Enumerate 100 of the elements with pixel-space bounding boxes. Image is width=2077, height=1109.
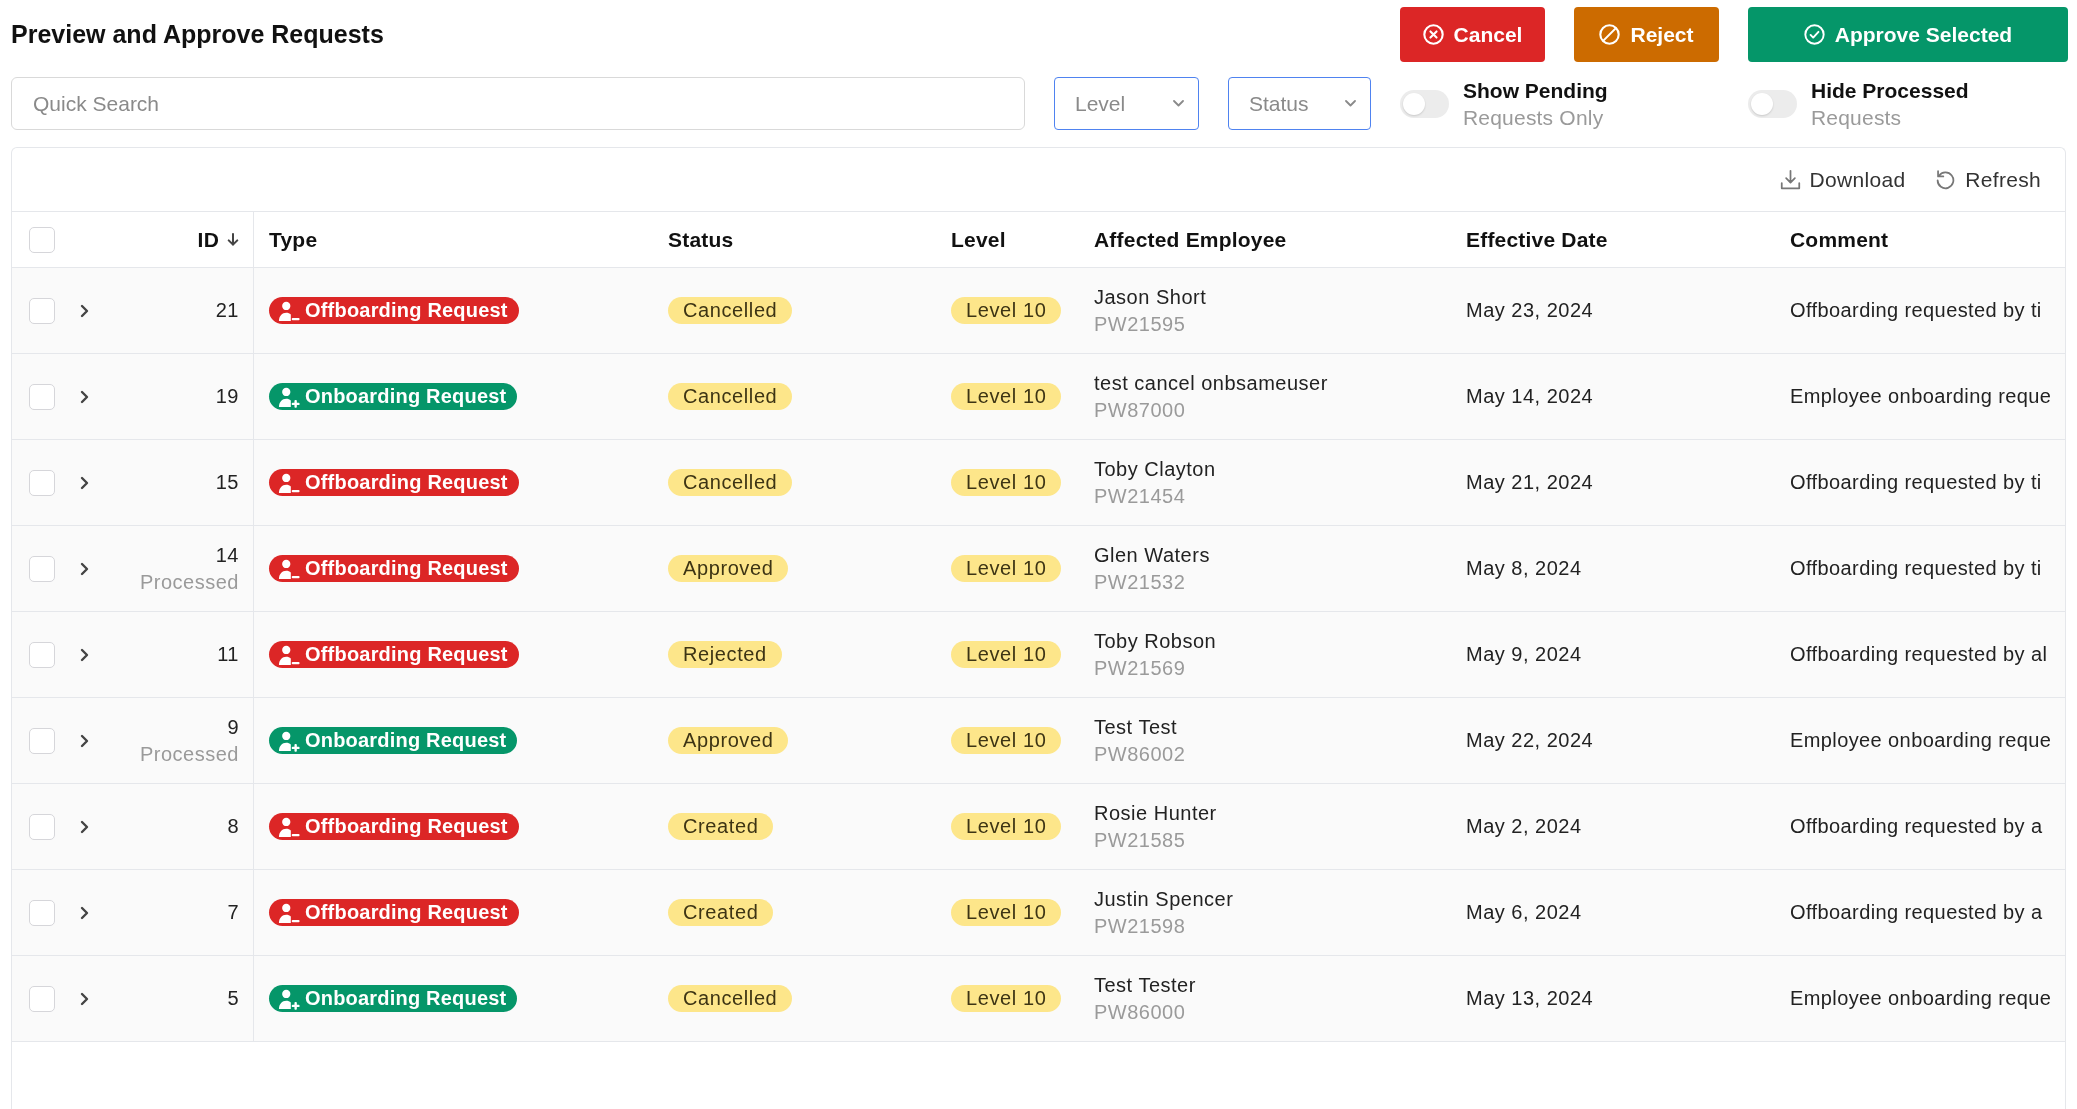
chevron-right-icon[interactable] [80,647,89,662]
employee-name: Test Tester [1094,972,1196,998]
search-field[interactable]: Quick Search [11,77,1025,130]
status-tag: Rejected [668,641,782,668]
chevron-right-icon[interactable] [80,819,89,834]
column-header: Affected Employee [1094,227,1287,252]
request-id: 11 [217,642,239,667]
column-header: Effective Date [1466,227,1608,252]
row-checkbox[interactable] [29,469,55,496]
request-type-text: Offboarding Request [305,299,508,322]
toggle-label: Show Pending [1463,77,1608,104]
chevron-right-icon[interactable] [80,733,89,748]
processed-note: Processed [140,741,239,767]
arrow-down-icon[interactable] [227,232,239,247]
request-type-text: Onboarding Request [305,729,507,752]
page-title: Preview and Approve Requests [11,20,385,49]
toggle-switch[interactable] [1748,89,1797,118]
effective-date: May 6, 2024 [1466,901,1582,924]
refresh-button[interactable]: Refresh [1935,167,2041,192]
request-id: 14 [215,542,239,568]
select-all-checkbox[interactable] [29,226,55,253]
download-button[interactable]: Download [1779,167,1906,192]
request-type-text: Offboarding Request [305,901,508,924]
effective-date: May 23, 2024 [1466,299,1594,322]
employee-id: PW21454 [1094,483,1187,509]
request-id: 9 [227,714,239,740]
status-tag: Cancelled [668,383,793,410]
comment-text: Employee onboarding reque [1790,385,2052,408]
reject-button[interactable]: Reject [1574,7,1719,62]
employee-name: Rosie Hunter [1094,800,1217,826]
chevron-right-icon[interactable] [80,991,89,1006]
user-minus-icon [278,815,300,838]
employee-id: PW21598 [1094,913,1187,939]
employee-name: Jason Short [1094,284,1207,310]
comment-text: Offboarding requested by ti [1790,557,2042,580]
cancel-button[interactable]: Cancel [1400,7,1545,62]
chevron-right-icon[interactable] [80,475,89,490]
column-header: Status [668,227,734,252]
employee-id: PW86002 [1094,741,1186,767]
row-checkbox[interactable] [29,555,55,582]
employee-name: Justin Spencer [1094,886,1234,912]
caret-icon [1345,100,1356,107]
column-header: Type [269,227,318,252]
request-type-text: Offboarding Request [305,815,508,838]
employee-id: PW21569 [1094,655,1187,681]
effective-date: May 13, 2024 [1466,987,1594,1010]
employee-name: Toby Clayton [1094,456,1216,482]
comment-text: Employee onboarding reque [1790,987,2052,1010]
toggle-sublabel: Requests [1811,104,1903,131]
approve-button[interactable]: Approve Selected [1748,7,2068,62]
chevron-right-icon[interactable] [80,389,89,404]
caret-icon [1173,100,1184,107]
filter-dropdown[interactable]: Level [1054,77,1199,130]
toggle-switch[interactable] [1400,89,1449,118]
request-type-text: Onboarding Request [305,385,507,408]
comment-text: Offboarding requested by ti [1790,299,2042,322]
row-checkbox[interactable] [29,813,55,840]
row-checkbox[interactable] [29,985,55,1012]
filter-dropdown[interactable]: Status [1228,77,1371,130]
comment-text: Employee onboarding reque [1790,729,2052,752]
level-tag: Level 10 [951,297,1062,324]
column-header[interactable]: ID [197,227,219,252]
request-id: 8 [227,814,239,839]
effective-date: May 2, 2024 [1466,815,1582,838]
effective-date: May 21, 2024 [1466,471,1594,494]
level-tag: Level 10 [951,899,1062,926]
comment-text: Offboarding requested by ti [1790,471,2042,494]
row-checkbox[interactable] [29,727,55,754]
toggle-label: Hide Processed [1811,77,1969,104]
comment-text: Offboarding requested by a [1790,901,2043,924]
row-checkbox[interactable] [29,383,55,410]
row-checkbox[interactable] [29,899,55,926]
employee-id: PW21532 [1094,569,1187,595]
employee-id: PW21595 [1094,311,1187,337]
toggle-sublabel: Requests Only [1463,104,1605,131]
user-minus-icon [278,557,300,580]
employee-name: Test Test [1094,714,1179,740]
level-tag: Level 10 [951,985,1062,1012]
status-tag: Cancelled [668,297,793,324]
column-header: Level [951,227,1006,252]
x-circle-icon [1422,24,1444,45]
request-type-text: Offboarding Request [305,471,508,494]
user-plus-icon [278,729,300,752]
level-tag: Level 10 [951,727,1062,754]
row-checkbox[interactable] [29,297,55,324]
status-tag: Approved [668,555,789,582]
row-checkbox[interactable] [29,641,55,668]
column-header: Comment [1790,227,1889,252]
user-minus-icon [278,901,300,924]
chevron-right-icon[interactable] [80,561,89,576]
level-tag: Level 10 [951,555,1062,582]
chevron-right-icon[interactable] [80,905,89,920]
request-type-text: Onboarding Request [305,987,507,1010]
check-circle-icon [1803,24,1825,45]
employee-name: Toby Robson [1094,628,1217,654]
chevron-right-icon[interactable] [80,303,89,318]
download-icon [1779,169,1801,190]
request-type-text: Offboarding Request [305,643,508,666]
status-tag: Created [668,813,774,840]
request-type-text: Offboarding Request [305,557,508,580]
